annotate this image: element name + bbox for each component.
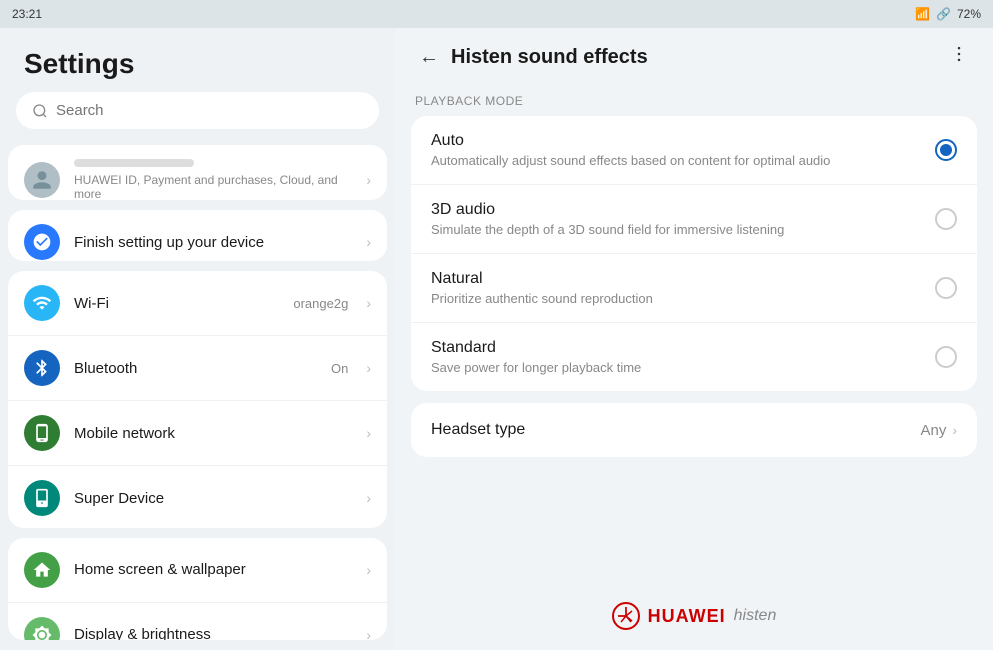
right-header: ← Histen sound effects [395, 28, 993, 86]
back-button[interactable]: ← [419, 46, 439, 69]
setup-icon [24, 224, 60, 260]
setup-text: Finish setting up your device [74, 234, 352, 251]
account-sublabel: HUAWEI ID, Payment and purchases, Cloud,… [74, 173, 352, 200]
headset-type-item[interactable]: Headset type Any › [411, 403, 977, 457]
histen-product-text: histen [734, 607, 777, 625]
mobile-text: Mobile network [74, 425, 352, 442]
wifi-label: Wi-Fi [74, 295, 279, 312]
search-bar[interactable] [16, 92, 379, 129]
account-text: HUAWEI ID, Payment and purchases, Cloud,… [74, 159, 352, 200]
left-panel: Settings HUAWEI ID, Payment and purchase… [0, 28, 395, 650]
status-icons: 📶 🔗 72% [915, 7, 981, 21]
wifi-chevron: › [366, 295, 371, 311]
super-device-chevron: › [366, 490, 371, 506]
right-footer: HUAWEI histen [395, 582, 993, 650]
chevron-icon: › [366, 172, 371, 188]
huawei-id-item[interactable]: HUAWEI ID, Payment and purchases, Cloud,… [8, 145, 387, 200]
avatar [24, 162, 60, 198]
search-input[interactable] [56, 102, 363, 119]
more-options-button[interactable] [949, 44, 969, 70]
display-icon [24, 617, 60, 640]
wifi-value: orange2g [293, 296, 348, 311]
bluetooth-value: On [331, 361, 348, 376]
wifi-item[interactable]: Wi-Fi orange2g › [8, 271, 387, 336]
natural-option-name: Natural [431, 270, 923, 288]
headset-value: Any [920, 422, 946, 439]
home-screen-icon [24, 552, 60, 588]
super-device-label: Super Device [74, 490, 352, 507]
mobile-chevron: › [366, 425, 371, 441]
battery-text: 72% [957, 7, 981, 21]
finish-setup-item[interactable]: Finish setting up your device › [8, 210, 387, 261]
standard-option-text: Standard Save power for longer playback … [431, 339, 923, 375]
display-chevron: › [366, 627, 371, 640]
bluetooth-icon [24, 350, 60, 386]
mobile-network-item[interactable]: Mobile network › [8, 401, 387, 466]
headset-label: Headset type [431, 421, 525, 439]
standard-option-desc: Save power for longer playback time [431, 360, 923, 375]
personalization-section: Home screen & wallpaper › Display & brig… [8, 538, 387, 640]
3d-option-text: 3D audio Simulate the depth of a 3D soun… [431, 201, 923, 237]
display-label: Display & brightness [74, 626, 352, 640]
auto-option-name: Auto [431, 132, 923, 150]
home-screen-item[interactable]: Home screen & wallpaper › [8, 538, 387, 603]
wifi-icon [24, 285, 60, 321]
auto-option-desc: Automatically adjust sound effects based… [431, 153, 923, 168]
natural-radio[interactable] [935, 277, 957, 299]
setup-chevron: › [366, 234, 371, 250]
account-section: HUAWEI ID, Payment and purchases, Cloud,… [8, 145, 387, 200]
huawei-logo-icon [612, 602, 640, 630]
right-panel: ← Histen sound effects PLAYBACK MODE Aut… [395, 28, 993, 650]
settings-title: Settings [0, 28, 395, 92]
option-standard[interactable]: Standard Save power for longer playback … [411, 323, 977, 391]
signal-icon: 📶 [915, 7, 930, 21]
bluetooth-item[interactable]: Bluetooth On › [8, 336, 387, 401]
bluetooth-text: Bluetooth [74, 360, 317, 377]
wifi-text: Wi-Fi [74, 295, 279, 312]
standard-radio[interactable] [935, 346, 957, 368]
home-screen-text: Home screen & wallpaper [74, 561, 352, 578]
bluetooth-chevron: › [366, 360, 371, 376]
huawei-logo: HUAWEI histen [612, 602, 777, 630]
option-natural[interactable]: Natural Prioritize authentic sound repro… [411, 254, 977, 323]
home-screen-label: Home screen & wallpaper [74, 561, 352, 578]
home-screen-chevron: › [366, 562, 371, 578]
header-left: ← Histen sound effects [419, 46, 648, 69]
3d-radio[interactable] [935, 208, 957, 230]
super-device-text: Super Device [74, 490, 352, 507]
huawei-brand-text: HUAWEI [648, 606, 726, 627]
page-title: Histen sound effects [451, 46, 648, 69]
natural-option-text: Natural Prioritize authentic sound repro… [431, 270, 923, 306]
auto-radio[interactable] [935, 139, 957, 161]
display-item[interactable]: Display & brightness › [8, 603, 387, 640]
wifi-status-icon: 🔗 [936, 7, 951, 21]
mobile-icon [24, 415, 60, 451]
option-auto[interactable]: Auto Automatically adjust sound effects … [411, 116, 977, 185]
3d-option-desc: Simulate the depth of a 3D sound field f… [431, 222, 923, 237]
setup-section: Finish setting up your device › [8, 210, 387, 261]
status-time: 23:21 [12, 7, 42, 21]
headset-value-wrap: Any › [920, 422, 957, 439]
search-icon [32, 103, 48, 119]
bluetooth-label: Bluetooth [74, 360, 317, 377]
playback-options-card: Auto Automatically adjust sound effects … [411, 116, 977, 391]
headset-chevron: › [952, 422, 957, 438]
setup-label: Finish setting up your device [74, 234, 352, 251]
natural-option-desc: Prioritize authentic sound reproduction [431, 291, 923, 306]
display-text: Display & brightness [74, 626, 352, 640]
main-layout: Settings HUAWEI ID, Payment and purchase… [0, 28, 993, 650]
super-device-icon [24, 480, 60, 516]
mobile-label: Mobile network [74, 425, 352, 442]
super-device-item[interactable]: Super Device › [8, 466, 387, 528]
option-3d-audio[interactable]: 3D audio Simulate the depth of a 3D soun… [411, 185, 977, 254]
status-bar: 23:21 📶 🔗 72% [0, 0, 993, 28]
playback-mode-label: PLAYBACK MODE [411, 86, 977, 116]
3d-option-name: 3D audio [431, 201, 923, 219]
auto-option-text: Auto Automatically adjust sound effects … [431, 132, 923, 168]
right-content: PLAYBACK MODE Auto Automatically adjust … [395, 86, 993, 582]
connectivity-section: Wi-Fi orange2g › Bluetooth On › [8, 271, 387, 528]
standard-option-name: Standard [431, 339, 923, 357]
